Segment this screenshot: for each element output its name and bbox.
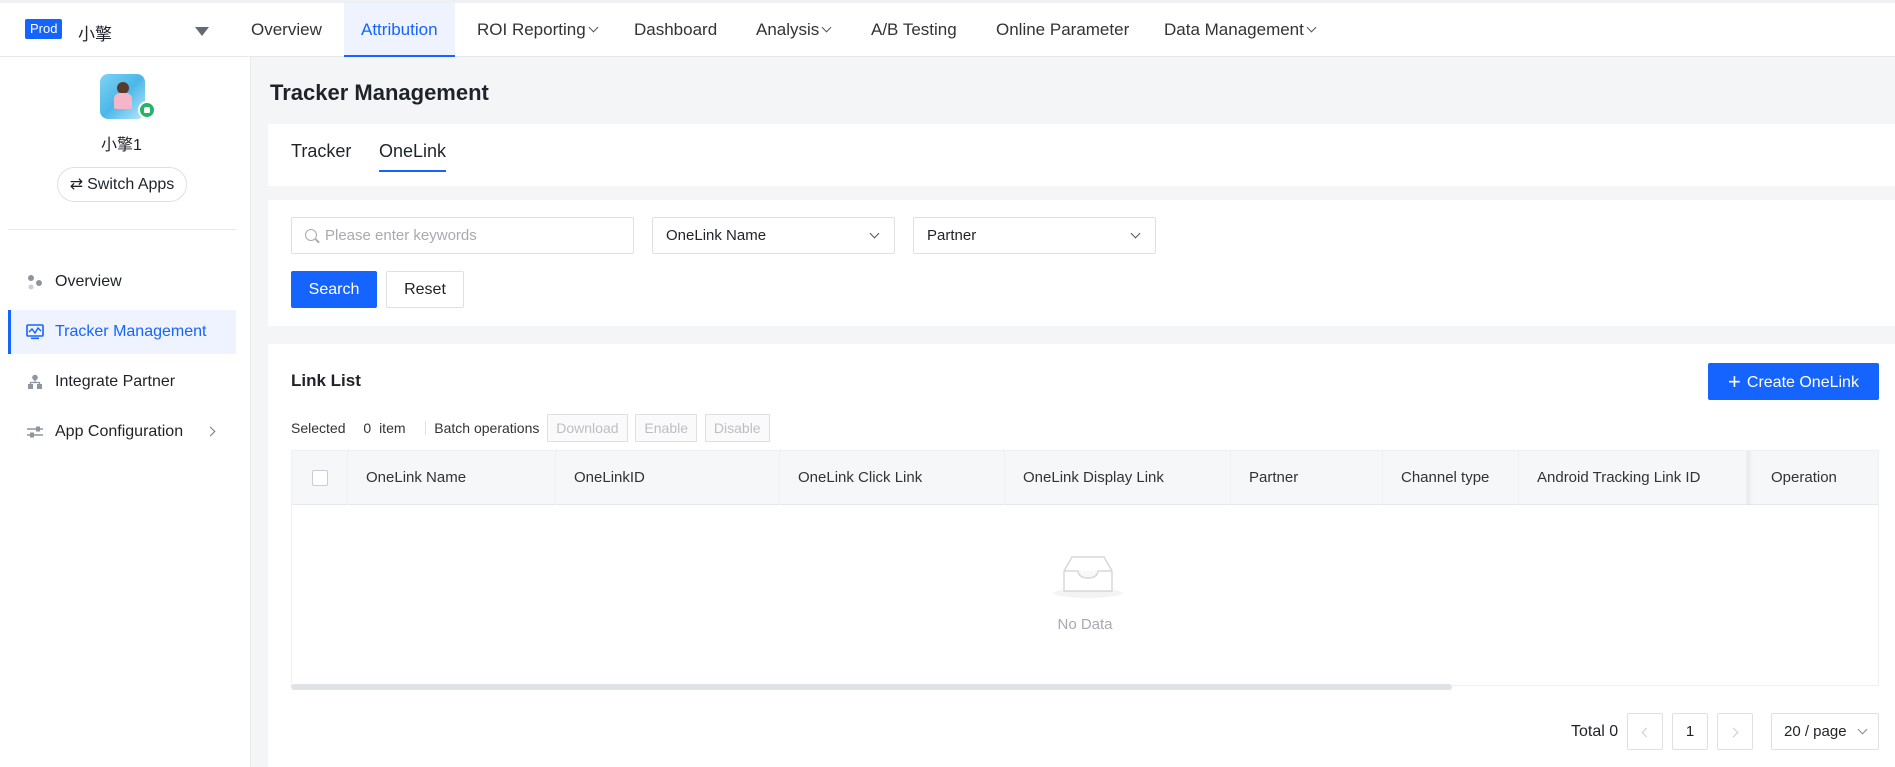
batch-enable-button[interactable]: Enable (635, 414, 698, 442)
overview-icon (28, 275, 42, 290)
tracker-monitor-icon (26, 324, 44, 340)
top-navigation-bar: Prod 小擎 Overview Attribution ROI Reporti… (0, 0, 1895, 57)
select-all-checkbox[interactable] (312, 470, 328, 486)
column-header-onelink-name: OneLink Name (348, 451, 556, 505)
nav-item-attribution[interactable]: Attribution (344, 3, 455, 57)
table-header: OneLink Name OneLinkID OneLink Click Lin… (292, 451, 1878, 505)
nav-item-roi-reporting[interactable]: ROI Reporting (477, 3, 599, 57)
search-icon (305, 229, 317, 241)
link-list-panel: Link List + Create OneLink Selected 0 ite… (268, 344, 1895, 767)
filter-panel: Please enter keywords OneLink Name Partn… (268, 200, 1895, 326)
pagination-total: Total 0 (1571, 723, 1619, 740)
sidebar-item-app-configuration[interactable]: App Configuration (8, 410, 236, 454)
column-header-partner: Partner (1231, 451, 1383, 505)
nav-item-ab-testing[interactable]: A/B Testing (871, 3, 957, 57)
plus-icon: + (1728, 369, 1741, 394)
nav-item-dashboard[interactable]: Dashboard (634, 3, 717, 57)
select-all-cell (292, 451, 348, 505)
pagination-prev-button[interactable] (1627, 713, 1663, 750)
switch-apps-button[interactable]: ⇄ Switch Apps (57, 167, 187, 202)
chevron-right-icon (1728, 727, 1739, 738)
partner-network-icon (28, 374, 42, 389)
tab-tracker[interactable]: Tracker (291, 141, 351, 170)
chevron-down-icon (1857, 724, 1868, 735)
list-title: Link List (291, 371, 361, 390)
sidebar-divider (8, 229, 236, 230)
tabs-bar: Tracker OneLink (268, 124, 1895, 186)
pagination-page-1[interactable]: 1 (1672, 713, 1708, 750)
keyword-search-input[interactable]: Please enter keywords (291, 217, 634, 254)
chevron-down-icon (821, 22, 832, 33)
column-header-operation: Operation (1771, 469, 1837, 486)
fixed-column-shadow (1747, 451, 1753, 505)
empty-state-text: No Data (1057, 616, 1113, 633)
sliders-icon (27, 426, 43, 438)
selected-count: 0 (363, 420, 372, 436)
onelink-name-select[interactable]: OneLink Name (652, 217, 895, 254)
nav-item-data-management[interactable]: Data Management (1164, 3, 1317, 57)
batch-operations-bar: Selected 0 item Batch operations Downloa… (291, 414, 774, 442)
batch-divider (425, 421, 427, 435)
column-header-display-link: OneLink Display Link (1005, 451, 1231, 505)
sidebar-item-tracker-management[interactable]: Tracker Management (8, 310, 236, 354)
android-platform-icon (138, 101, 156, 119)
nav-item-analysis[interactable]: Analysis (756, 3, 832, 57)
sidebar: 小擎1 ⇄ Switch Apps Overview Tracker Manage… (0, 57, 251, 767)
column-header-click-link: OneLink Click Link (780, 451, 1005, 505)
app-selector-name[interactable]: 小擎 (78, 20, 112, 45)
nav-item-online-parameter[interactable]: Online Parameter (996, 3, 1129, 57)
nav-item-overview[interactable]: Overview (251, 3, 322, 57)
column-header-onelink-id: OneLinkID (556, 451, 780, 505)
chevron-down-icon (588, 22, 599, 33)
pagination-next-button[interactable] (1717, 713, 1753, 750)
batch-operations-label: Batch operations (434, 420, 540, 436)
search-button[interactable]: Search (291, 271, 377, 308)
sidebar-item-integrate-partner[interactable]: Integrate Partner (8, 360, 236, 404)
onelink-table: OneLink Name OneLinkID OneLink Click Lin… (291, 450, 1879, 686)
table-horizontal-scrollbar[interactable] (291, 684, 1452, 690)
column-header-android-tracking-link-id: Android Tracking Link ID (1519, 451, 1747, 505)
sidebar-item-overview[interactable]: Overview (8, 260, 236, 304)
environment-badge: Prod (25, 19, 63, 39)
chevron-down-icon (869, 228, 880, 239)
app-display-name: 小擎1 (101, 137, 142, 154)
column-header-channel-type: Channel type (1383, 451, 1519, 505)
page-title: Tracker Management (270, 80, 489, 105)
tab-onelink[interactable]: OneLink (379, 141, 447, 172)
chevron-down-icon (1306, 22, 1317, 33)
partner-select[interactable]: Partner (913, 217, 1156, 254)
app-selector-caret-icon[interactable] (195, 27, 209, 36)
reset-button[interactable]: Reset (386, 271, 464, 308)
page-size-select[interactable]: 20 / page (1771, 713, 1879, 750)
batch-disable-button[interactable]: Disable (704, 414, 770, 442)
chevron-right-icon (205, 426, 216, 437)
keyword-placeholder: Please enter keywords (325, 227, 477, 244)
batch-download-button[interactable]: Download (547, 414, 628, 442)
create-onelink-button[interactable]: + Create OneLink (1708, 363, 1879, 400)
chevron-left-icon (1641, 727, 1652, 738)
empty-inbox-icon (1054, 556, 1122, 598)
swap-arrows-icon: ⇄ (69, 176, 84, 193)
chevron-down-icon (1130, 228, 1141, 239)
